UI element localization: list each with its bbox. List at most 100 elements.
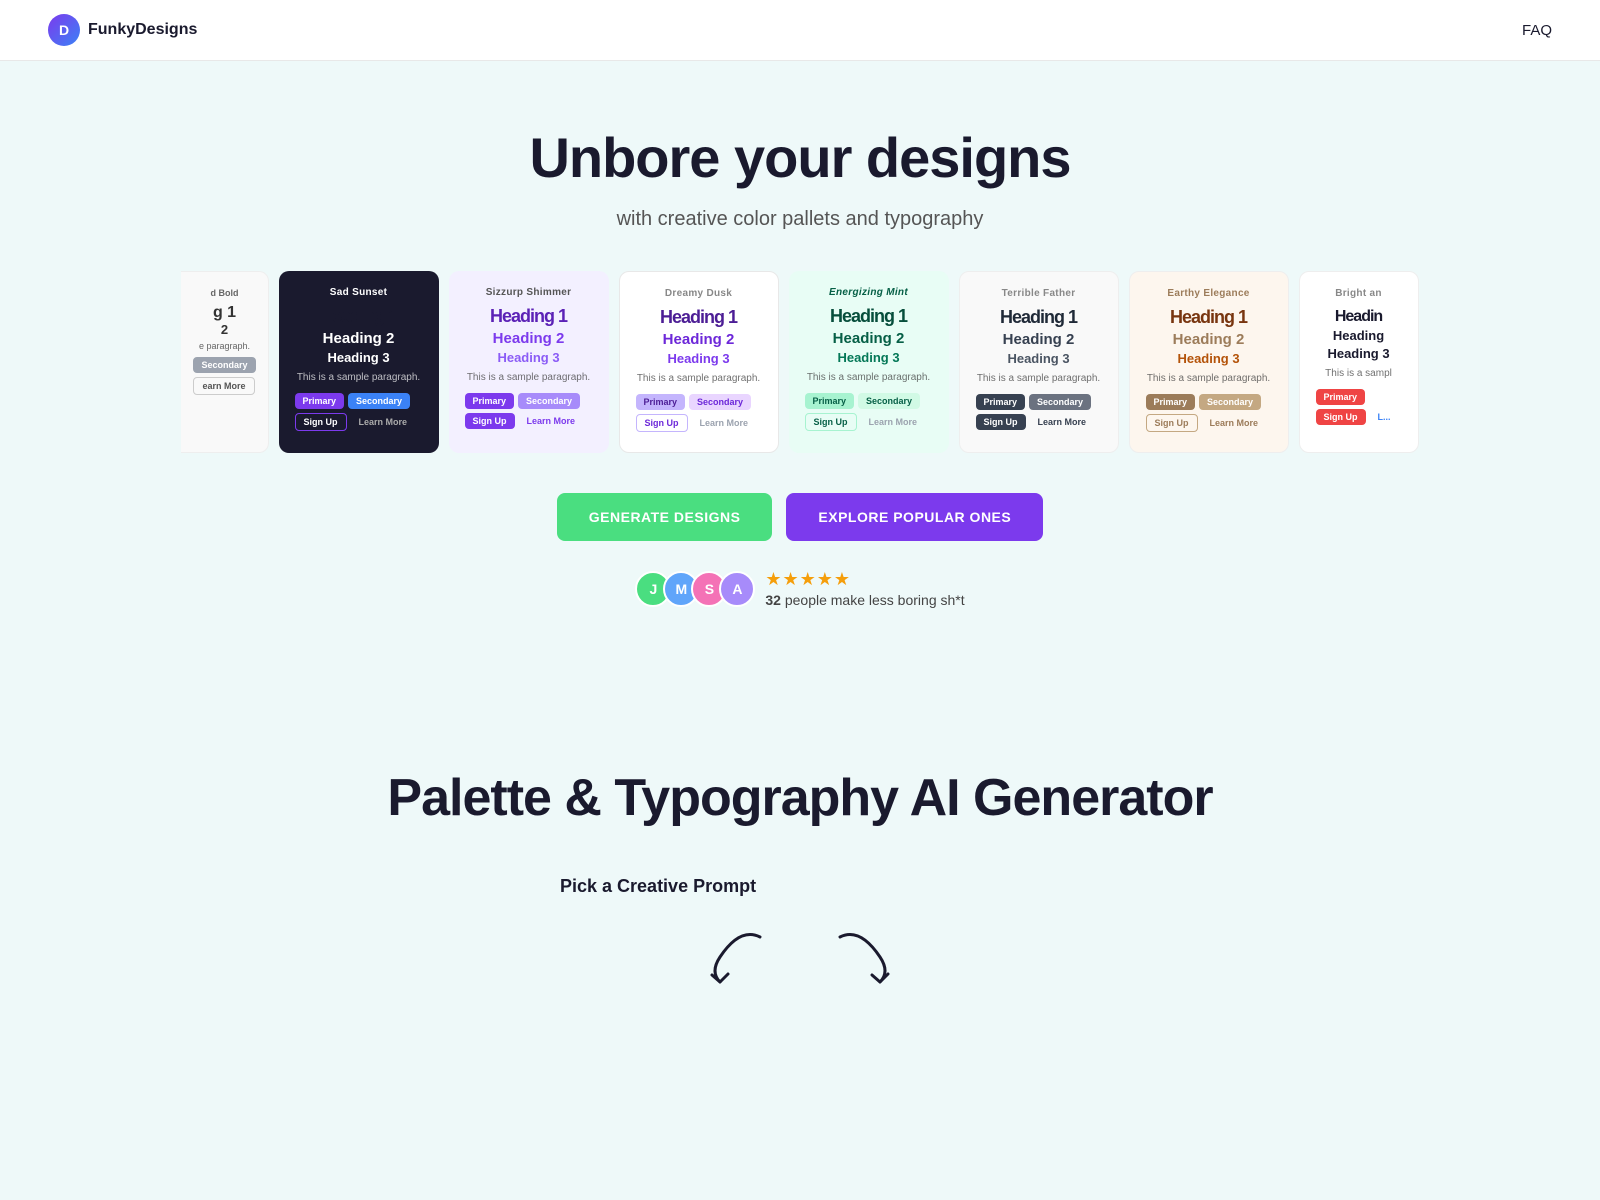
mint-para: This is a sample paragraph. xyxy=(805,371,933,385)
partial-learn-btn[interactable]: earn More xyxy=(193,377,254,395)
hero-subheading: with creative color pallets and typograp… xyxy=(20,208,1580,231)
card-sizzurp-shimmer: Sizzurp Shimmer Heading 1 Heading 2 Head… xyxy=(449,271,609,453)
dreamy-primary-btn[interactable]: Primary xyxy=(636,394,686,410)
carousel-track: d Bold g 1 2 e paragraph. Secondary earn… xyxy=(161,271,1438,453)
bright-learn-btn[interactable]: L... xyxy=(1370,409,1399,425)
dreamy-secondary-btn[interactable]: Secondary xyxy=(689,394,751,410)
cta-row: GENERATE DESIGNS EXPLORE POPULAR ONES xyxy=(20,493,1580,541)
dreamy-h3: Heading 3 xyxy=(636,351,762,367)
earthy-h3: Heading 3 xyxy=(1146,351,1272,367)
sad-sunset-signup-btn[interactable]: Sign Up xyxy=(295,413,347,431)
terrible-learn-btn[interactable]: Learn More xyxy=(1030,414,1095,430)
dreamy-signup-btn[interactable]: Sign Up xyxy=(636,414,688,432)
faq-link[interactable]: FAQ xyxy=(1522,22,1552,39)
mint-title: Energizing Mint xyxy=(805,287,933,298)
mint-h2: Heading 2 xyxy=(805,330,933,348)
explore-popular-button[interactable]: EXPLORE POPULAR ONES xyxy=(786,493,1043,541)
sizzurp-para: This is a sample paragraph. xyxy=(465,371,593,385)
earthy-h1: Heading 1 xyxy=(1146,307,1272,329)
section2: Palette & Typography AI Generator Pick a… xyxy=(0,708,1600,1037)
sizzurp-learn-btn[interactable]: Learn More xyxy=(519,413,584,429)
partial-secondary-btn[interactable]: Secondary xyxy=(193,357,255,373)
bright-signup-btn[interactable]: Sign Up xyxy=(1316,409,1366,425)
mint-h3: Heading 3 xyxy=(805,350,933,366)
bright-h3: Heading 3 xyxy=(1316,346,1402,362)
bright-para: This is a sampl xyxy=(1316,367,1402,381)
arrow-left-svg xyxy=(700,917,780,997)
brand-name: FunkyDesigns xyxy=(88,21,197,39)
dreamy-learn-btn[interactable]: Learn More xyxy=(692,414,757,432)
earthy-primary-btn[interactable]: Primary xyxy=(1146,394,1196,410)
card-earthy-elegance: Earthy Elegance Heading 1 Heading 2 Head… xyxy=(1129,271,1289,453)
prompt-label: Pick a Creative Prompt xyxy=(560,876,1040,897)
mint-primary-btn[interactable]: Primary xyxy=(805,393,855,409)
terrible-secondary-btn[interactable]: Secondary xyxy=(1029,394,1091,410)
sad-sunset-learn-btn[interactable]: Learn More xyxy=(351,413,416,431)
earthy-learn-btn[interactable]: Learn More xyxy=(1202,414,1267,432)
arrows-illustration xyxy=(20,917,1580,997)
bright-primary-btn[interactable]: Primary xyxy=(1316,389,1366,405)
logo-icon: D xyxy=(48,14,80,46)
user-count: 32 xyxy=(765,592,781,608)
sizzurp-h2: Heading 2 xyxy=(465,330,593,348)
dreamy-h1: Heading 1 xyxy=(636,307,762,329)
card-energizing-mint: Energizing Mint Heading 1 Heading 2 Head… xyxy=(789,271,949,453)
dreamy-h2: Heading 2 xyxy=(636,331,762,349)
terrible-h1: Heading 1 xyxy=(976,307,1102,329)
sad-sunset-h3: Heading 3 xyxy=(295,350,423,366)
sizzurp-signup-btn[interactable]: Sign Up xyxy=(465,413,515,429)
card-bright: Bright an Headin Heading Heading 3 This … xyxy=(1299,271,1419,453)
sad-sunset-h1: Heading 1 xyxy=(295,306,423,328)
mint-secondary-btn[interactable]: Secondary xyxy=(858,393,920,409)
navbar: D FunkyDesigns FAQ xyxy=(0,0,1600,61)
user-avatars: J M S A xyxy=(635,571,755,607)
section2-heading: Palette & Typography AI Generator xyxy=(20,768,1580,828)
card-partial-title: d Bold xyxy=(193,288,255,298)
earthy-secondary-btn[interactable]: Secondary xyxy=(1199,394,1261,410)
card-terrible-father: Terrible Father Heading 1 Heading 2 Head… xyxy=(959,271,1119,453)
earthy-signup-btn[interactable]: Sign Up xyxy=(1146,414,1198,432)
mint-h1: Heading 1 xyxy=(805,306,933,328)
sizzurp-secondary-btn[interactable]: Secondary xyxy=(518,393,580,409)
mint-learn-btn[interactable]: Learn More xyxy=(861,413,926,431)
stars: ★★★★★ xyxy=(765,569,851,590)
hero-heading: Unbore your designs xyxy=(20,125,1580,190)
bright-title: Bright an xyxy=(1316,288,1402,299)
rating-text: 32 people make less boring sh*t xyxy=(765,592,964,608)
terrible-h2: Heading 2 xyxy=(976,331,1102,349)
generate-designs-button[interactable]: GENERATE DESIGNS xyxy=(557,493,773,541)
sad-sunset-h2: Heading 2 xyxy=(295,330,423,348)
terrible-h3: Heading 3 xyxy=(976,351,1102,367)
arrow-right-svg xyxy=(820,917,900,997)
terrible-signup-btn[interactable]: Sign Up xyxy=(976,414,1026,430)
earthy-title: Earthy Elegance xyxy=(1146,288,1272,299)
sad-sunset-primary-btn[interactable]: Primary xyxy=(295,393,345,409)
sizzurp-h1: Heading 1 xyxy=(465,306,593,328)
dreamy-para: This is a sample paragraph. xyxy=(636,372,762,386)
card-partial: d Bold g 1 2 e paragraph. Secondary earn… xyxy=(181,271,268,453)
sizzurp-h3: Heading 3 xyxy=(465,350,593,366)
avatar-4: A xyxy=(719,571,755,607)
bright-h1: Headin xyxy=(1316,307,1402,326)
earthy-h2: Heading 2 xyxy=(1146,331,1272,349)
terrible-title: Terrible Father xyxy=(976,288,1102,299)
sad-sunset-para: This is a sample paragraph. xyxy=(295,371,423,385)
hero-section: Unbore your designs with creative color … xyxy=(0,61,1600,708)
sad-sunset-title: Sad Sunset xyxy=(295,287,423,298)
rating-area: ★★★★★ 32 people make less boring sh*t xyxy=(765,569,964,608)
design-carousel: d Bold g 1 2 e paragraph. Secondary earn… xyxy=(20,271,1580,453)
social-proof: J M S A ★★★★★ 32 people make less boring… xyxy=(20,569,1580,608)
card-sad-sunset: Sad Sunset Heading 1 Heading 2 Heading 3… xyxy=(279,271,439,453)
earthy-para: This is a sample paragraph. xyxy=(1146,372,1272,386)
sizzurp-primary-btn[interactable]: Primary xyxy=(465,393,515,409)
dreamy-title: Dreamy Dusk xyxy=(636,288,762,299)
rating-description: people make less boring sh*t xyxy=(785,592,965,608)
mint-signup-btn[interactable]: Sign Up xyxy=(805,413,857,431)
bright-h2: Heading xyxy=(1316,328,1402,344)
terrible-para: This is a sample paragraph. xyxy=(976,372,1102,386)
sad-sunset-secondary-btn[interactable]: Secondary xyxy=(348,393,410,409)
terrible-primary-btn[interactable]: Primary xyxy=(976,394,1026,410)
sizzurp-title: Sizzurp Shimmer xyxy=(465,287,593,298)
logo[interactable]: D FunkyDesigns xyxy=(48,14,197,46)
card-dreamy-dusk: Dreamy Dusk Heading 1 Heading 2 Heading … xyxy=(619,271,779,453)
